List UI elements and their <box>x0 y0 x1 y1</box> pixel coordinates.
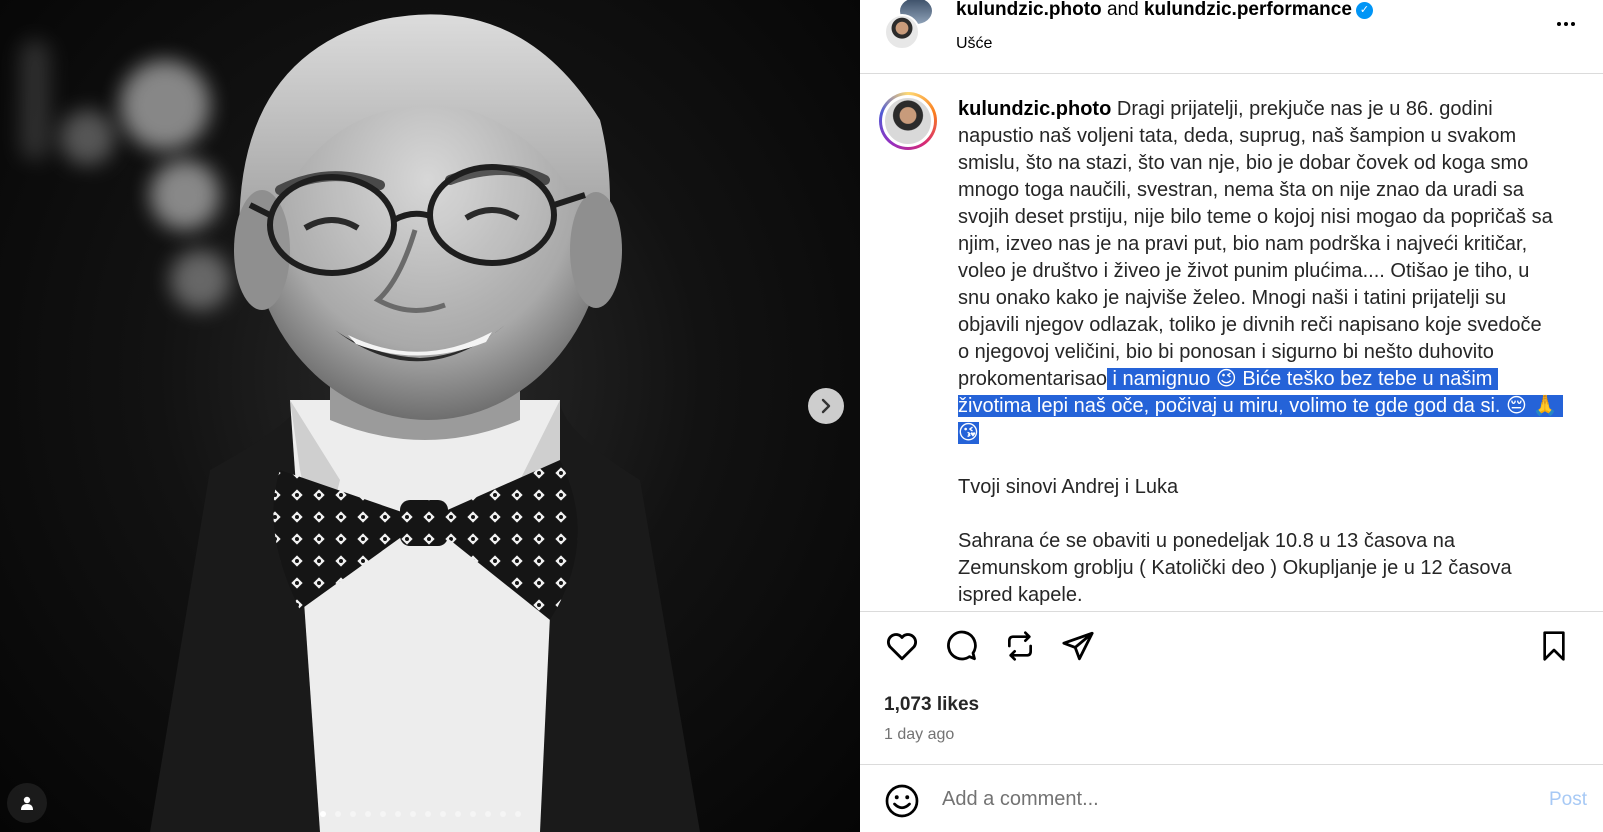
caption-username-link[interactable]: kulundzic.photo <box>958 98 1111 120</box>
instagram-post-dialog: kulundzic.photo and kulundzic.performanc… <box>0 0 1603 832</box>
user-tag-icon <box>21 796 33 810</box>
comment-input[interactable] <box>942 781 1502 817</box>
chevron-right-icon <box>821 398 831 414</box>
carousel-dot <box>320 811 326 817</box>
like-count[interactable]: 1,073 likes <box>884 694 979 716</box>
carousel-dot <box>395 811 401 817</box>
verified-badge-icon: ✓ <box>1355 2 1373 19</box>
share-button[interactable] <box>1058 626 1098 666</box>
carousel-dot <box>485 811 491 817</box>
comment-button[interactable] <box>941 626 981 666</box>
action-bar: 1,073 likes 1 day ago <box>860 611 1603 763</box>
portrait-illustration <box>150 14 700 832</box>
carousel-dot <box>425 811 431 817</box>
more-options-button[interactable] <box>1557 12 1581 36</box>
like-button[interactable] <box>882 626 922 666</box>
collab-avatars[interactable] <box>884 0 936 52</box>
post-comment-button[interactable]: Post <box>1549 789 1587 811</box>
heart-icon <box>887 633 917 661</box>
header-users: kulundzic.photo and kulundzic.performanc… <box>956 0 1373 22</box>
carousel-dot <box>350 811 356 817</box>
carousel-dot <box>380 811 386 817</box>
avatar <box>884 14 920 50</box>
share-icon <box>1062 631 1094 661</box>
next-photo-button[interactable] <box>808 388 844 424</box>
caption-text: kulundzic.photo Dragi prijatelji, prekju… <box>958 96 1563 609</box>
avatar <box>882 95 934 147</box>
carousel-dot <box>515 811 521 817</box>
post-header: kulundzic.photo and kulundzic.performanc… <box>860 0 1603 74</box>
post-side-panel: kulundzic.photo and kulundzic.performanc… <box>860 0 1603 832</box>
caption-funeral-info: Sahrana će se obaviti u ponedeljak 10.8 … <box>958 530 1518 606</box>
tagged-users-button[interactable] <box>7 783 47 823</box>
author-username-link[interactable]: kulundzic.photo <box>956 0 1102 20</box>
coauthor-username-link[interactable]: kulundzic.performance <box>1144 0 1352 20</box>
more-options-icon-dot <box>1564 22 1568 26</box>
joiner-text: and <box>1106 0 1139 20</box>
carousel-dot <box>470 811 476 817</box>
carousel-dot <box>500 811 506 817</box>
save-button[interactable] <box>1534 626 1574 666</box>
post-photo[interactable] <box>0 0 860 832</box>
carousel-dot <box>410 811 416 817</box>
header-text: kulundzic.photo and kulundzic.performanc… <box>956 0 1373 54</box>
bookmark-icon <box>1543 631 1565 661</box>
comment-bar: Post <box>860 764 1603 832</box>
caption-body: Dragi prijatelji, prekjuče nas je u 86. … <box>958 98 1559 390</box>
caption-signoff: Tvoji sinovi Andrej i Luka <box>958 476 1179 498</box>
carousel-dot <box>455 811 461 817</box>
caption-area[interactable]: kulundzic.photo Dragi prijatelji, prekju… <box>860 75 1603 611</box>
location-link[interactable]: Ušće <box>956 34 1373 54</box>
more-options-icon-dot <box>1571 22 1575 26</box>
repost-button[interactable] <box>1000 626 1040 666</box>
carousel-dot <box>335 811 341 817</box>
caption-avatar[interactable] <box>879 92 937 150</box>
comment-icon <box>947 630 977 661</box>
carousel-dot <box>365 811 371 817</box>
carousel-dot <box>440 811 446 817</box>
more-options-icon <box>1557 22 1561 26</box>
repost-icon <box>1008 631 1032 661</box>
post-timestamp[interactable]: 1 day ago <box>884 726 954 744</box>
emoji-icon <box>885 784 919 818</box>
carousel-dots <box>320 811 521 817</box>
emoji-button[interactable] <box>884 783 920 819</box>
